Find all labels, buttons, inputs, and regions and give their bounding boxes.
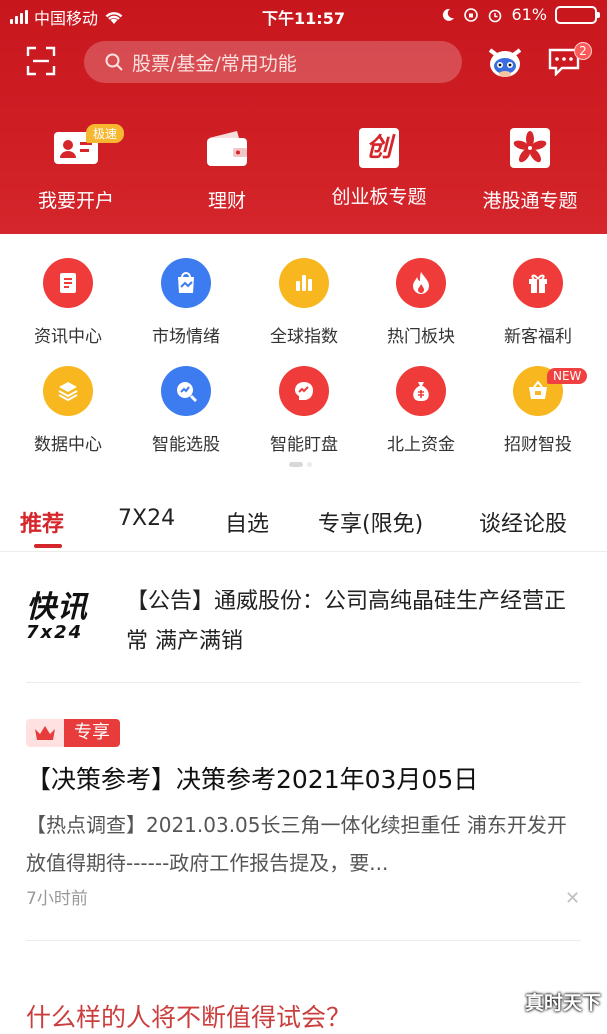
flash-news-logo: 快讯 7x24 bbox=[26, 592, 98, 646]
grid-new-customer-benefits[interactable]: 新客福利 bbox=[478, 258, 598, 347]
battery-icon bbox=[555, 5, 600, 24]
grid-data-center[interactable]: 数据中心 bbox=[8, 366, 128, 455]
feed-tabs: 推荐 7X24 自选 专享(限免) 谈经论股 bbox=[0, 496, 607, 552]
close-icon[interactable]: ✕ bbox=[565, 888, 580, 909]
quick-label: 港股通专题 bbox=[482, 190, 578, 212]
quick-hk-connect[interactable]: 港股通专题 bbox=[460, 128, 600, 213]
grid-market-mood[interactable]: 市场情绪 bbox=[126, 258, 246, 347]
grid-label: 招财智投 bbox=[504, 435, 572, 455]
hk-flower-icon bbox=[510, 128, 550, 168]
flame-icon bbox=[396, 258, 446, 308]
tab-exclusive[interactable]: 专享(限免) bbox=[318, 506, 423, 538]
grid-hot-sectors[interactable]: 热门板块 bbox=[361, 258, 481, 347]
grid-northbound-funds[interactable]: 北上资金 bbox=[361, 366, 481, 455]
mascot-icon[interactable] bbox=[486, 44, 524, 80]
grid-news-center[interactable]: 资讯中心 bbox=[8, 258, 128, 347]
quick-label: 理财 bbox=[207, 190, 246, 212]
flash-logo-title: 快讯 bbox=[26, 590, 88, 625]
quick-label: 创业板专题 bbox=[331, 186, 427, 208]
grid-label: 数据中心 bbox=[34, 435, 102, 455]
grid-label: 新客福利 bbox=[504, 327, 572, 347]
grid-global-index[interactable]: 全球指数 bbox=[244, 258, 364, 347]
grid-label: 资讯中心 bbox=[34, 327, 102, 347]
new-badge: NEW bbox=[547, 368, 588, 384]
grid-label: 智能选股 bbox=[152, 435, 220, 455]
moon-icon bbox=[443, 8, 455, 21]
status-bar: 中国移动 下午11:57 61% bbox=[0, 0, 607, 32]
divider bbox=[26, 940, 581, 941]
watermark: 真时天下 bbox=[524, 992, 601, 1014]
wallet-icon bbox=[207, 131, 247, 166]
tab-discussion[interactable]: 谈经论股 bbox=[479, 506, 567, 538]
quick-chinext[interactable]: 创 创业板专题 bbox=[309, 128, 449, 209]
exclusive-tag-label: 专享 bbox=[64, 719, 120, 747]
tab-7x24[interactable]: 7X24 bbox=[118, 506, 175, 531]
divider bbox=[26, 682, 581, 683]
article-title[interactable]: 【决策参考】决策参考2021年03月05日 bbox=[26, 760, 478, 796]
document-icon bbox=[43, 258, 93, 308]
battery-percent: 61% bbox=[511, 5, 547, 24]
article-summary[interactable]: 【热点调查】2021.03.05长三角一体化续担重任 浦东开发开放值得期待---… bbox=[26, 806, 586, 882]
active-tab-underline bbox=[34, 544, 62, 548]
page-indicator bbox=[289, 462, 312, 467]
exclusive-tag: 专享 bbox=[26, 719, 120, 747]
fast-tag: 极速 bbox=[86, 124, 125, 143]
flash-logo-sub: 7x24 bbox=[26, 622, 84, 643]
scan-icon[interactable] bbox=[26, 46, 56, 76]
next-article-title[interactable]: 什么样的人将不断值得试会？ bbox=[26, 998, 351, 1034]
quick-wealth[interactable]: 理财 bbox=[157, 128, 297, 213]
search-chart-icon bbox=[161, 366, 211, 416]
money-bag-icon bbox=[396, 366, 446, 416]
grid-smart-stock-pick[interactable]: 智能选股 bbox=[126, 366, 246, 455]
grid-smart-watch[interactable]: 智能盯盘 bbox=[244, 366, 364, 455]
grid-label: 全球指数 bbox=[270, 327, 338, 347]
quick-label: 我要开户 bbox=[37, 190, 114, 212]
market-mood-icon bbox=[161, 258, 211, 308]
search-placeholder: 股票/基金/常用功能 bbox=[132, 52, 297, 75]
quick-open-account[interactable]: 我要开户 bbox=[6, 128, 146, 213]
grid-label: 热门板块 bbox=[387, 327, 455, 347]
grid-label: 智能盯盘 bbox=[270, 435, 338, 455]
flash-news-item[interactable]: 快讯 7x24 【公告】通威股份：公司高纯晶硅生产经营正常 满产满销 bbox=[0, 552, 607, 682]
flash-news-text: 【公告】通威股份：公司高纯晶硅生产经营正常 满产满销 bbox=[126, 589, 567, 654]
tab-recommend[interactable]: 推荐 bbox=[20, 506, 64, 538]
grid-label: 市场情绪 bbox=[152, 327, 220, 347]
search-bar[interactable]: 股票/基金/常用功能 bbox=[84, 41, 462, 83]
chinext-icon: 创 bbox=[359, 128, 399, 168]
tab-watchlist[interactable]: 自选 bbox=[225, 506, 269, 538]
article-time: 7小时前 bbox=[26, 889, 88, 909]
function-grid: 资讯中心 市场情绪 全球指数 热门板块 新客福利 数据中心 智能选股 智能盯盘 … bbox=[0, 234, 607, 474]
message-badge: 2 bbox=[574, 42, 592, 60]
search-icon bbox=[105, 53, 123, 71]
gift-icon bbox=[513, 258, 563, 308]
crown-icon bbox=[26, 719, 64, 747]
layers-icon bbox=[43, 366, 93, 416]
brain-icon bbox=[279, 366, 329, 416]
alarm-icon bbox=[489, 9, 502, 22]
rotation-lock-icon bbox=[464, 7, 479, 22]
status-right: 61% bbox=[441, 5, 600, 24]
grid-label: 北上资金 bbox=[387, 435, 455, 455]
header-background: 中国移动 下午11:57 61% 股票/基金/常用功能 2 我要开户 极速 理财… bbox=[0, 0, 607, 234]
bar-chart-icon bbox=[279, 258, 329, 308]
